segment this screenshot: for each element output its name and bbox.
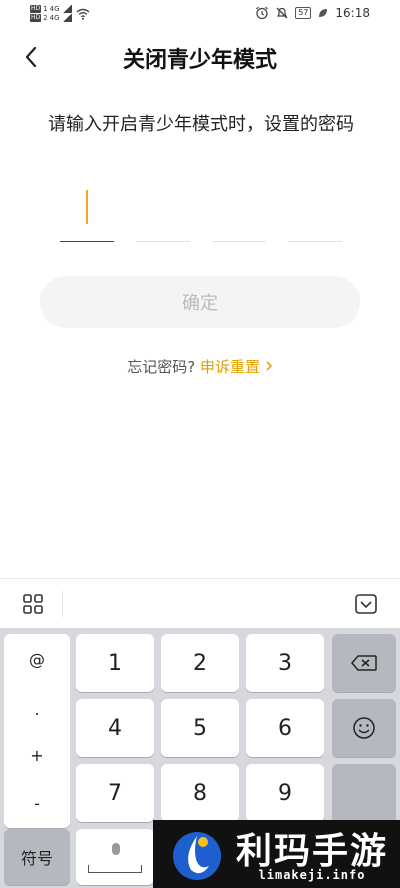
key-9[interactable]: 9 — [246, 764, 324, 822]
sim2-network: 4G — [49, 14, 60, 22]
delete-key[interactable] — [332, 634, 396, 692]
key-7[interactable]: 7 — [76, 764, 154, 822]
watermark-domain: limakeji.info — [258, 868, 366, 882]
password-prompt: 请输入开启青少年模式时，设置的密码 — [48, 114, 354, 135]
pin-digit-1[interactable] — [60, 180, 114, 242]
mute-icon — [276, 7, 288, 19]
header: 关闭青少年模式 — [0, 30, 400, 82]
sim1-number: 1 — [43, 5, 48, 13]
hd-badge: HD — [30, 14, 42, 22]
network-indicators: HD 1 4G HD 2 4G — [30, 5, 90, 22]
pin-input[interactable] — [60, 180, 342, 242]
alarm-icon — [256, 6, 269, 20]
clock: 16:18 — [335, 6, 370, 20]
symbol-dot-key[interactable]: . — [4, 700, 70, 719]
symbol-key[interactable]: 符号 — [4, 829, 70, 885]
watermark-banner: 利玛手游 limakeji.info — [153, 820, 400, 888]
key-8[interactable]: 8 — [161, 764, 239, 822]
smiley-icon — [353, 717, 375, 739]
signal-icon — [61, 14, 72, 22]
pin-digit-3[interactable] — [212, 180, 266, 242]
system-indicators: 57 16:18 — [255, 6, 370, 20]
key-3[interactable]: 3 — [246, 634, 324, 692]
leaf-icon — [319, 9, 328, 17]
appeal-reset-label: 申诉重置 — [199, 358, 260, 376]
text-cursor — [86, 190, 88, 224]
sim2-indicator: HD 2 4G — [30, 14, 72, 22]
space-icon — [88, 865, 142, 873]
forgot-password-text: 忘记密码? — [127, 358, 196, 376]
mic-icon — [112, 843, 120, 855]
chevron-right-icon — [266, 361, 272, 371]
status-bar: HD 1 4G HD 2 4G 57 16:18 — [0, 0, 400, 30]
key-1[interactable]: 1 — [76, 634, 154, 692]
key-5[interactable]: 5 — [161, 699, 239, 757]
signal-icon — [61, 5, 72, 13]
sim2-number: 2 — [43, 14, 48, 22]
sim1-indicator: HD 1 4G — [30, 5, 72, 13]
pin-digit-4[interactable] — [288, 180, 342, 242]
symbol-key-label: 符号 — [20, 849, 53, 868]
space-key[interactable] — [76, 829, 154, 885]
keyboard-hide-icon[interactable] — [354, 593, 378, 615]
hd-badge: HD — [30, 5, 42, 13]
confirm-button[interactable]: 确定 — [40, 276, 360, 328]
sim1-network: 4G — [49, 5, 60, 13]
keyboard-toolbar — [0, 578, 400, 628]
emoji-key[interactable] — [332, 699, 396, 757]
watermark-logo — [173, 832, 221, 880]
toolbar-divider — [62, 591, 63, 617]
key-6[interactable]: 6 — [246, 699, 324, 757]
backspace-icon — [351, 655, 377, 671]
page-title: 关闭青少年模式 — [122, 48, 277, 73]
symbol-plus-key[interactable]: + — [4, 746, 70, 765]
battery-icon: 57 — [295, 7, 312, 19]
key-2[interactable]: 2 — [161, 634, 239, 692]
appeal-reset-link[interactable]: 申诉重置 — [200, 358, 273, 376]
symbol-minus-key[interactable]: - — [4, 794, 70, 813]
forgot-password-row: 忘记密码? 申诉重置 — [0, 356, 400, 377]
grid-icon[interactable] — [22, 593, 44, 615]
wifi-icon — [76, 8, 89, 20]
symbol-at-key[interactable]: @ — [4, 650, 70, 669]
symbol-panel: @ . + - — [4, 634, 70, 828]
pin-digit-2[interactable] — [136, 180, 190, 242]
watermark-title: 利玛手游 — [235, 831, 388, 872]
key-4[interactable]: 4 — [76, 699, 154, 757]
